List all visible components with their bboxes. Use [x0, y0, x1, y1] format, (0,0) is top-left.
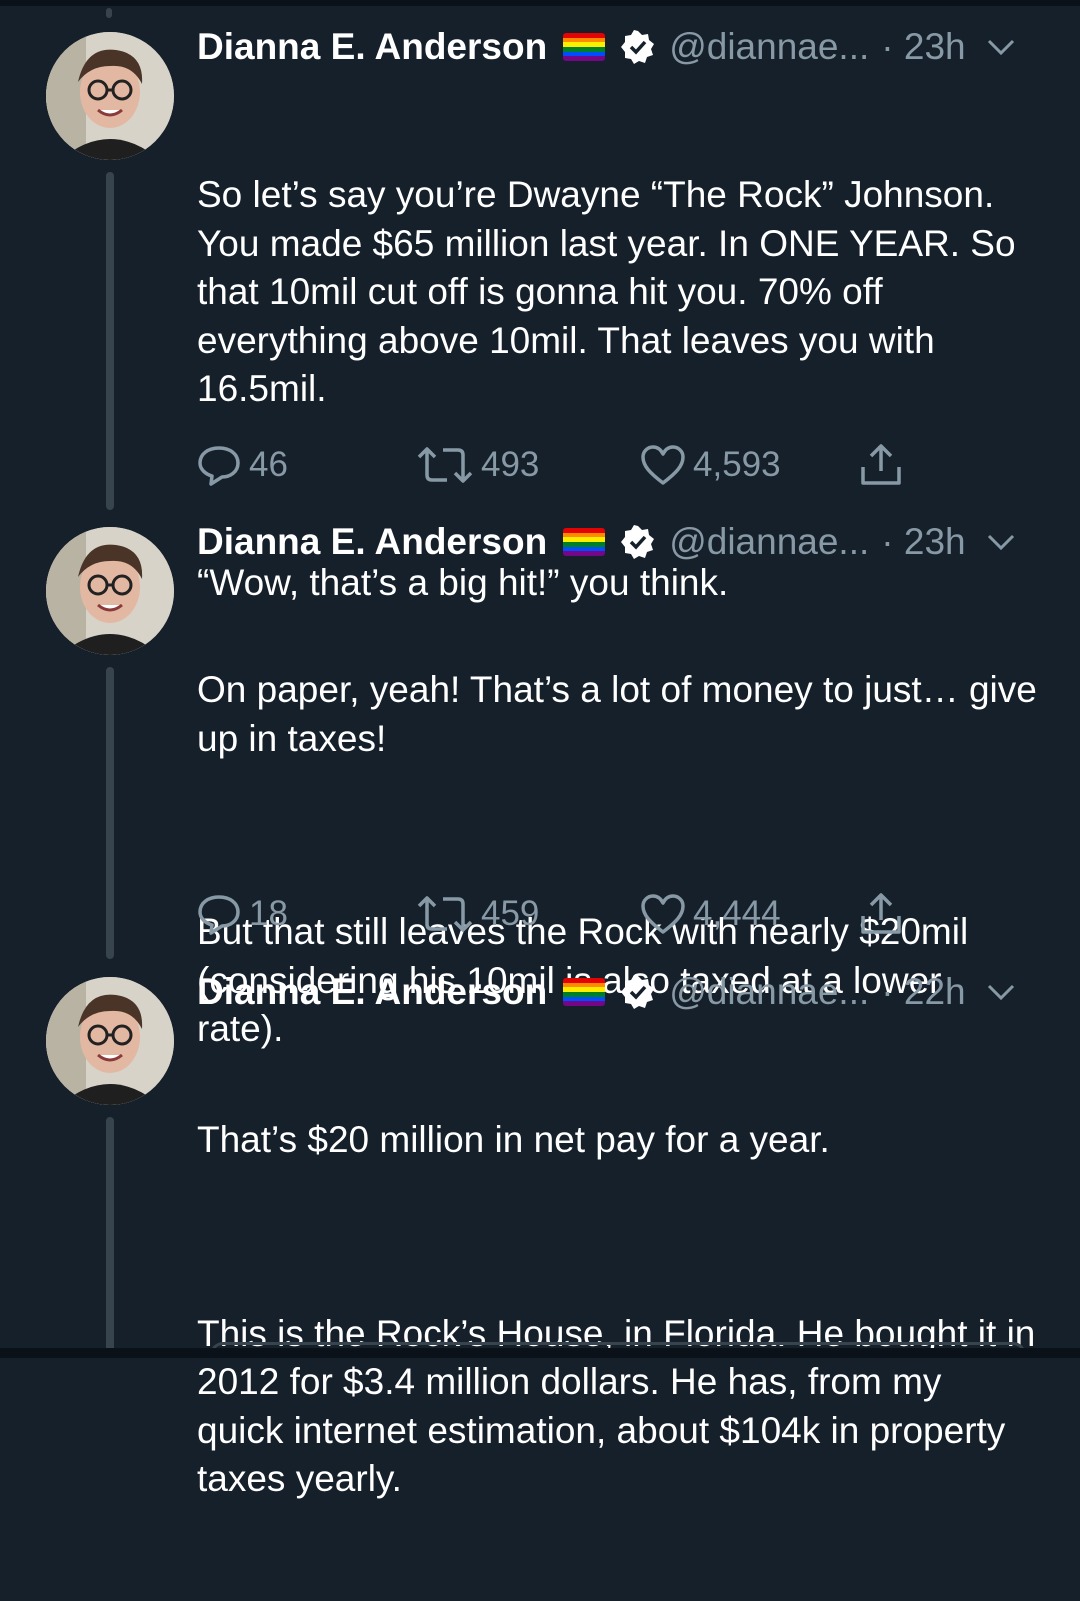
tweet-actions: 46 493 4,593	[197, 440, 917, 490]
thread-line	[106, 667, 114, 959]
tweet-text: That’s $20 million in net pay for a year…	[197, 1019, 1037, 1601]
avatar[interactable]	[46, 527, 174, 655]
avatar[interactable]	[46, 32, 174, 160]
tweet-header: Dianna E. Anderson @diannae... · 23h	[197, 517, 1040, 567]
retweet-count: 459	[481, 894, 539, 934]
tweet-paragraph: So let’s say you’re Dwayne “The Rock” Jo…	[197, 171, 1037, 414]
reply-button[interactable]: 46	[197, 440, 288, 490]
rainbow-flag-icon	[563, 978, 605, 1006]
like-count: 4,444	[693, 894, 781, 934]
handle[interactable]: @diannae...	[669, 967, 869, 1017]
display-name[interactable]: Dianna E. Anderson	[197, 967, 547, 1017]
heart-icon	[639, 443, 687, 487]
retweet-icon	[415, 443, 475, 487]
tweet-paragraph: On paper, yeah! That’s a lot of money to…	[197, 666, 1037, 763]
like-count: 4,593	[693, 445, 781, 485]
timestamp[interactable]: · 23h	[881, 22, 965, 72]
tweet-paragraph: This is the Rock’s House, in Florida. He…	[197, 1310, 1037, 1504]
handle[interactable]: @diannae...	[669, 517, 869, 567]
share-button[interactable]	[857, 889, 911, 939]
reply-count: 18	[249, 894, 288, 934]
bottom-edge	[0, 1348, 1080, 1358]
avatar[interactable]	[46, 977, 174, 1105]
reply-icon	[197, 892, 243, 936]
rainbow-flag-icon	[563, 528, 605, 556]
top-edge	[0, 0, 1080, 6]
chevron-down-icon[interactable]	[984, 30, 1018, 64]
retweet-button[interactable]: 459	[415, 889, 539, 939]
display-name[interactable]: Dianna E. Anderson	[197, 517, 547, 567]
share-icon	[857, 892, 905, 936]
retweet-icon	[415, 892, 475, 936]
like-button[interactable]: 4,593	[639, 440, 781, 490]
reply-icon	[197, 443, 243, 487]
share-button[interactable]	[857, 440, 911, 490]
reply-count: 46	[249, 445, 288, 485]
verified-badge-icon	[621, 975, 655, 1009]
verified-badge-icon	[621, 525, 655, 559]
display-name[interactable]: Dianna E. Anderson	[197, 22, 547, 72]
retweet-count: 493	[481, 445, 539, 485]
share-icon	[857, 443, 905, 487]
reply-button[interactable]: 18	[197, 889, 288, 939]
timestamp[interactable]: · 22h	[881, 967, 965, 1017]
timestamp[interactable]: · 23h	[881, 517, 965, 567]
like-button[interactable]: 4,444	[639, 889, 781, 939]
tweet-header: Dianna E. Anderson @diannae... · 22h	[197, 967, 1040, 1017]
tweet-actions: 18 459 4,444	[197, 889, 917, 939]
handle[interactable]: @diannae...	[669, 22, 869, 72]
rainbow-flag-icon	[563, 33, 605, 61]
chevron-down-icon[interactable]	[984, 975, 1018, 1009]
verified-badge-icon	[621, 30, 655, 64]
tweet-header: Dianna E. Anderson @diannae... · 23h	[197, 22, 1040, 72]
heart-icon	[639, 892, 687, 936]
thread-line	[106, 172, 114, 510]
thread-connector-top	[106, 8, 112, 18]
thread-line	[106, 1117, 114, 1357]
retweet-button[interactable]: 493	[415, 440, 539, 490]
tweet-paragraph: That’s $20 million in net pay for a year…	[197, 1116, 1037, 1165]
chevron-down-icon[interactable]	[984, 525, 1018, 559]
